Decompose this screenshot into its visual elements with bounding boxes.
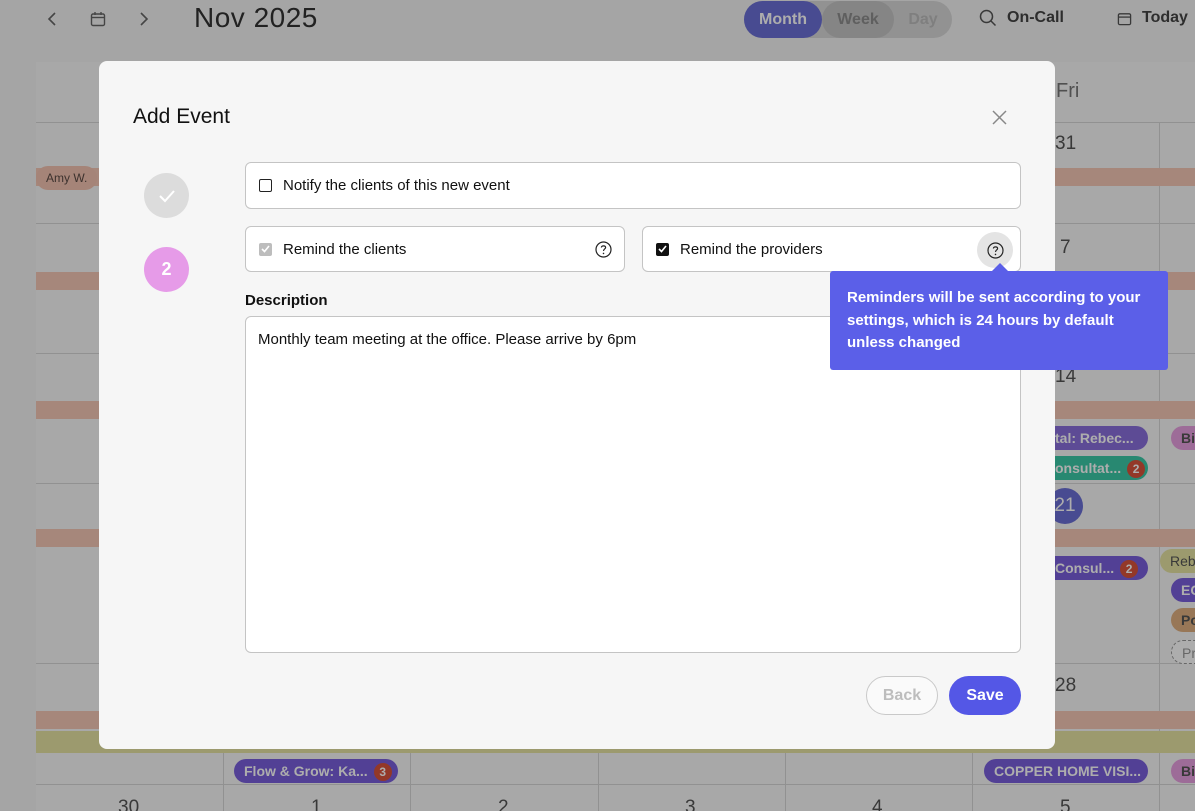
check-icon	[261, 245, 270, 253]
remind-clients-label: Remind the clients	[283, 240, 407, 258]
dialog-title: Add Event	[133, 105, 230, 128]
notify-label: Notify the clients of this new event	[283, 177, 510, 194]
remind-providers-checkbox-box[interactable]	[656, 242, 669, 256]
step-2-indicator: 2	[144, 247, 189, 292]
check-icon	[658, 245, 667, 253]
help-icon[interactable]	[594, 240, 612, 258]
remind-providers-label: Remind the providers	[680, 240, 823, 258]
remind-clients-checkbox[interactable]: Remind the clients	[245, 226, 625, 272]
step-1-indicator	[144, 173, 189, 218]
question-circle-icon	[594, 240, 612, 258]
question-circle-icon	[986, 241, 1004, 259]
notify-clients-checkbox[interactable]: Notify the clients of this new event	[245, 162, 1021, 209]
add-event-dialog: Add Event 2 Notify the clients of this n…	[99, 61, 1055, 749]
check-icon	[158, 189, 175, 202]
back-button[interactable]: Back	[866, 676, 938, 715]
remind-clients-checkbox-box[interactable]	[259, 242, 272, 256]
remind-providers-checkbox[interactable]: Remind the providers	[642, 226, 1021, 272]
notify-checkbox-box[interactable]	[259, 179, 272, 192]
description-label: Description	[245, 292, 328, 309]
tooltip-arrow	[992, 263, 1008, 271]
close-button[interactable]	[987, 105, 1011, 129]
save-button[interactable]: Save	[949, 676, 1021, 715]
reminder-tooltip: Reminders will be sent according to your…	[830, 271, 1168, 370]
close-icon	[991, 109, 1007, 125]
